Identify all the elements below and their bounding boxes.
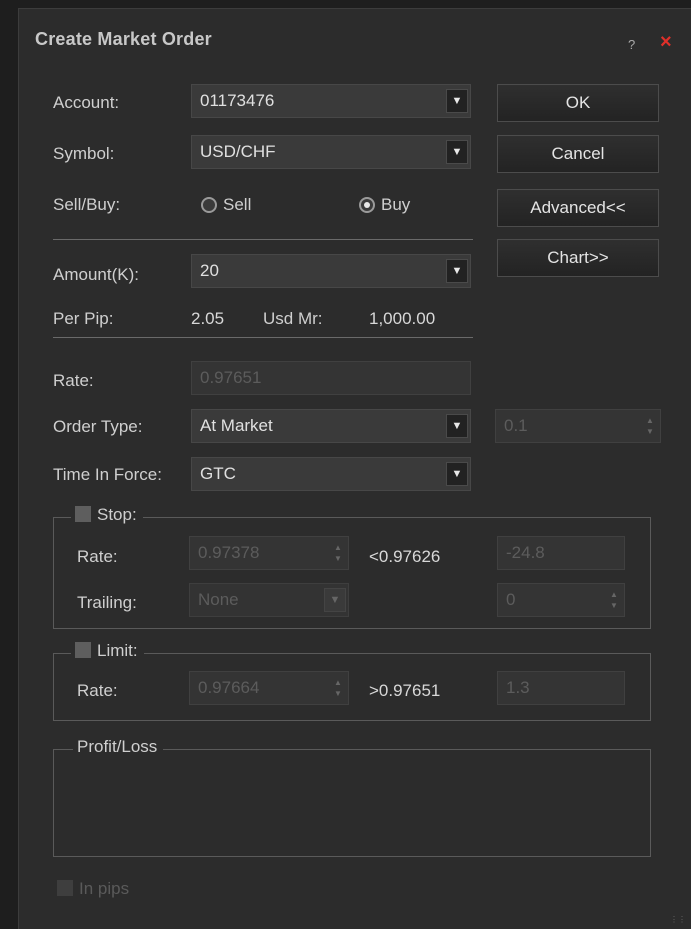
spinner-arrows-icon: ▲ ▼ — [334, 543, 342, 563]
limit-rate-field: 0.97664 ▲ ▼ — [189, 671, 349, 705]
sellbuy-label: Sell/Buy: — [53, 195, 121, 214]
perpip-value: 2.05 — [191, 309, 225, 328]
trailing-num-value: 0 — [506, 590, 516, 609]
perpip-label: Per Pip: — [53, 309, 114, 328]
profit-loss-caption: Profit/Loss — [73, 737, 164, 757]
chevron-down-icon[interactable]: ▼ — [446, 462, 468, 486]
account-value: 01173476 — [200, 91, 275, 110]
resize-grip-icon[interactable]: ⋮⋮ — [670, 916, 686, 924]
stop-caption: Stop: — [97, 505, 137, 524]
amount-select[interactable]: 20 ▼ — [191, 254, 471, 288]
order-type-value: At Market — [200, 416, 273, 435]
order-type-label: Order Type: — [53, 417, 143, 436]
divider — [53, 337, 473, 338]
spinner-arrows-icon: ▲ ▼ — [610, 590, 618, 610]
chevron-down-icon[interactable]: ▼ — [446, 414, 468, 438]
limit-rate-value: 0.97664 — [198, 678, 260, 697]
trailing-num-field: 0 ▲ ▼ — [497, 583, 625, 617]
symbol-label: Symbol: — [53, 144, 115, 163]
limit-checkbox[interactable]: Limit: — [71, 641, 144, 661]
usdmr-label: Usd Mr: — [263, 309, 323, 328]
checkbox-icon[interactable] — [75, 506, 91, 522]
stop-pips-field: -24.8 — [497, 536, 625, 570]
help-button[interactable]: ? — [628, 37, 635, 52]
trailing-label: Trailing: — [77, 593, 137, 612]
tif-label: Time In Force: — [53, 465, 162, 484]
in-pips-checkbox: In pips — [57, 879, 129, 899]
stop-compare: <0.97626 — [369, 547, 441, 566]
limit-compare: >0.97651 — [369, 681, 441, 700]
divider — [53, 239, 473, 240]
checkbox-icon — [57, 880, 73, 896]
limit-caption: Limit: — [97, 641, 138, 660]
trailing-value: None — [198, 590, 239, 609]
chevron-down-icon[interactable]: ▼ — [446, 259, 468, 283]
close-icon[interactable]: × — [660, 31, 672, 54]
limit-rate-label: Rate: — [77, 681, 118, 700]
chevron-down-icon: ▼ — [324, 588, 346, 612]
chevron-down-icon[interactable]: ▼ — [446, 140, 468, 164]
stop-rate-field: 0.97378 ▲ ▼ — [189, 536, 349, 570]
spinner-arrows-icon: ▲ ▼ — [646, 416, 654, 436]
checkbox-icon[interactable] — [75, 642, 91, 658]
create-market-order-dialog: Create Market Order ? × Account: 0117347… — [18, 8, 691, 929]
symbol-value: USD/CHF — [200, 142, 276, 161]
limit-pips-field: 1.3 — [497, 671, 625, 705]
stop-rate-label: Rate: — [77, 547, 118, 566]
amount-label: Amount(K): — [53, 265, 139, 284]
dialog-title: Create Market Order — [35, 29, 212, 49]
sell-radio[interactable] — [201, 197, 217, 213]
ok-button[interactable]: OK — [497, 84, 659, 122]
order-type-select[interactable]: At Market ▼ — [191, 409, 471, 443]
stop-checkbox[interactable]: Stop: — [71, 505, 143, 525]
spinner-arrows-icon: ▲ ▼ — [334, 678, 342, 698]
chart-button[interactable]: Chart>> — [497, 239, 659, 277]
rate-field: 0.97651 — [191, 361, 471, 395]
tif-value: GTC — [200, 464, 236, 483]
sell-label: Sell — [223, 195, 252, 214]
stop-rate-value: 0.97378 — [198, 543, 260, 562]
amount-value: 20 — [200, 261, 219, 280]
trailing-select: None ▼ — [189, 583, 349, 617]
buy-label: Buy — [381, 195, 411, 214]
advanced-button[interactable]: Advanced<< — [497, 189, 659, 227]
profit-loss-group — [53, 749, 651, 857]
rate-label: Rate: — [53, 371, 94, 390]
buy-radio[interactable] — [359, 197, 375, 213]
order-type-extra-value: 0.1 — [504, 416, 528, 435]
chevron-down-icon[interactable]: ▼ — [446, 89, 468, 113]
account-select[interactable]: 01173476 ▼ — [191, 84, 471, 118]
symbol-select[interactable]: USD/CHF ▼ — [191, 135, 471, 169]
usdmr-value: 1,000.00 — [369, 309, 436, 328]
tif-select[interactable]: GTC ▼ — [191, 457, 471, 491]
in-pips-label: In pips — [79, 879, 130, 898]
order-type-extra-field: 0.1 ▲ ▼ — [495, 409, 661, 443]
cancel-button[interactable]: Cancel — [497, 135, 659, 173]
account-label: Account: — [53, 93, 120, 112]
